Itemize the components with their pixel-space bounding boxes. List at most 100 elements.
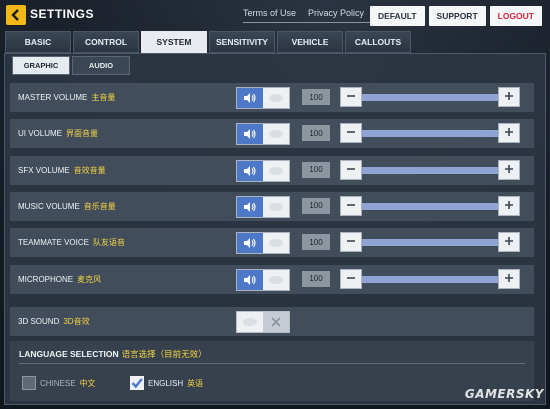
close-icon	[271, 317, 281, 327]
header-buttons: DEFAULT SUPPORT LOGOUT	[369, 6, 542, 26]
row-label: MICROPHONE 麦克风	[18, 274, 101, 285]
setting-row-music-volume: MUSIC VOLUME 音乐音量 100	[10, 191, 534, 221]
toggle-off-side	[263, 196, 289, 217]
tab-basic[interactable]: BASIC	[5, 31, 71, 53]
increase-button[interactable]	[498, 268, 520, 289]
back-button[interactable]	[6, 5, 26, 25]
increase-button[interactable]	[498, 123, 520, 144]
toggle-off-side	[263, 88, 289, 108]
volume-slider[interactable]	[362, 202, 498, 210]
volume-slider[interactable]	[362, 130, 498, 138]
toggle-off-side	[263, 160, 289, 181]
volume-slider[interactable]	[362, 94, 498, 101]
toggle-off-side	[263, 312, 289, 332]
speaker-icon	[237, 160, 263, 181]
row-label-cn: 队友语音	[92, 238, 125, 248]
tab-callouts[interactable]: CALLOUTS	[345, 31, 411, 53]
teammate-voice-toggle[interactable]	[236, 232, 290, 255]
master-volume-toggle[interactable]	[236, 87, 290, 109]
ui-volume-toggle[interactable]	[236, 123, 290, 146]
tab-vehicle[interactable]: VEHICLE	[277, 31, 343, 53]
row-label: 3D SOUND 3D音效	[18, 316, 90, 327]
tab-system[interactable]: SYSTEM	[141, 31, 207, 53]
speaker-icon	[237, 233, 263, 254]
volume-value: 100	[302, 125, 330, 142]
row-label: UI VOLUME 界面音量	[18, 128, 98, 139]
plus-icon	[504, 124, 514, 142]
toggle-on-side	[237, 312, 263, 332]
tab-control[interactable]: CONTROL	[73, 31, 139, 53]
language-option-label: CHINESE	[40, 378, 76, 388]
terms-of-use-link[interactable]: Terms of Use	[243, 8, 296, 18]
row-label-en: 3D SOUND	[18, 317, 60, 326]
watermark-logo: GAMERSKY	[464, 387, 544, 401]
decrease-button[interactable]	[340, 123, 362, 144]
default-button[interactable]: DEFAULT	[369, 6, 425, 26]
minus-icon	[346, 124, 356, 142]
increase-button[interactable]	[498, 232, 520, 253]
language-option-label: ENGLISH	[148, 378, 184, 388]
tab-sensitivity[interactable]: SENSITIVITY	[209, 31, 275, 53]
sfx-volume-toggle[interactable]	[236, 159, 290, 182]
row-label-en: MICROPHONE	[18, 274, 74, 284]
plus-icon	[504, 270, 514, 288]
header-links: Terms of Use Privacy Policy	[243, 8, 364, 18]
header-divider	[243, 22, 383, 23]
language-title: LANGUAGE SELECTION 语言选择（目前无效）	[19, 348, 207, 360]
minus-icon	[346, 197, 356, 215]
slider-fill	[362, 94, 498, 101]
toggle-knob	[243, 318, 257, 326]
check-icon	[131, 378, 143, 389]
plus-icon	[504, 233, 514, 251]
logout-button[interactable]: LOGOUT	[489, 6, 542, 26]
row-label-cn: 界面音量	[66, 129, 99, 139]
toggle-knob	[269, 239, 283, 248]
row-label-en: SFX VOLUME	[18, 165, 70, 175]
slider-fill	[362, 130, 498, 138]
volume-value: 100	[302, 161, 330, 178]
increase-button[interactable]	[498, 195, 520, 216]
language-option-chinese[interactable]: CHINESE 中文	[22, 376, 96, 390]
setting-row-microphone: MICROPHONE 麦克风 100	[10, 264, 534, 294]
privacy-policy-link[interactable]: Privacy Policy	[308, 8, 364, 18]
decrease-button[interactable]	[340, 232, 362, 253]
language-option-english[interactable]: ENGLISH 英语	[130, 376, 203, 390]
speaker-icon	[237, 269, 263, 290]
microphone-toggle[interactable]	[236, 268, 290, 291]
support-button[interactable]: SUPPORT	[428, 6, 486, 26]
minus-icon	[346, 233, 356, 251]
3d-sound-toggle[interactable]	[236, 311, 290, 333]
english-checkbox[interactable]	[130, 376, 144, 390]
toggle-off-side	[263, 233, 289, 254]
increase-button[interactable]	[498, 159, 520, 180]
language-selection: LANGUAGE SELECTION 语言选择（目前无效） CHINESE 中文 E…	[10, 341, 534, 401]
decrease-button[interactable]	[340, 87, 362, 107]
toggle-knob	[269, 202, 283, 211]
toggle-knob	[269, 130, 283, 139]
decrease-button[interactable]	[340, 159, 362, 180]
divider	[19, 363, 525, 364]
chinese-checkbox[interactable]	[22, 376, 36, 390]
row-label-cn: 3D音效	[63, 317, 90, 326]
volume-slider[interactable]	[362, 166, 498, 174]
music-volume-toggle[interactable]	[236, 195, 290, 218]
setting-row-master-volume: MASTER VOLUME 主音量 100	[10, 83, 534, 112]
row-label: MASTER VOLUME 主音量	[18, 92, 115, 103]
plus-icon	[504, 161, 514, 179]
language-title-cn: 语言选择（目前无效）	[121, 349, 207, 359]
volume-value: 100	[302, 197, 330, 214]
header: SETTINGS Terms of Use Privacy Policy DEF…	[0, 0, 550, 30]
volume-slider[interactable]	[362, 275, 498, 283]
subtab-audio[interactable]: AUDIO	[72, 56, 130, 75]
minus-icon	[346, 88, 356, 106]
speaker-icon	[237, 88, 263, 108]
decrease-button[interactable]	[340, 268, 362, 289]
toggle-knob	[269, 166, 283, 175]
language-option-label-cn: 英语	[187, 378, 204, 388]
subtab-graphic[interactable]: GRAPHIC	[12, 56, 70, 75]
main-tabs: BASIC CONTROL SYSTEM SENSITIVITY VEHICLE CALL…	[5, 31, 411, 53]
decrease-button[interactable]	[340, 195, 362, 216]
volume-slider[interactable]	[362, 239, 498, 247]
toggle-knob	[269, 275, 283, 284]
increase-button[interactable]	[498, 87, 520, 107]
